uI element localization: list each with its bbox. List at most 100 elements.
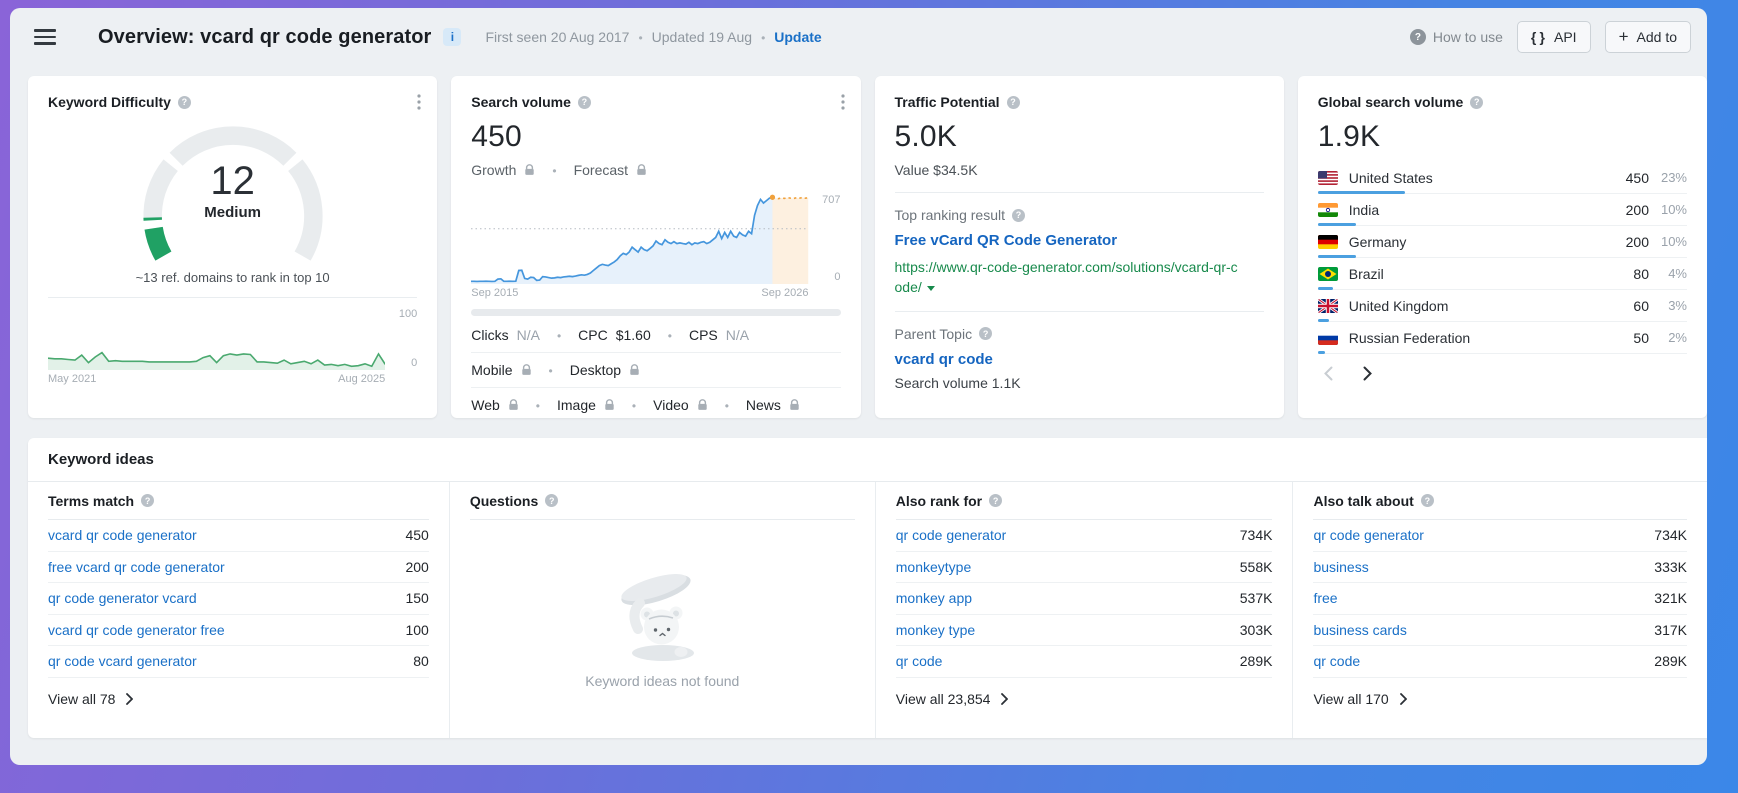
help-icon[interactable] — [578, 96, 591, 109]
separator-dot — [543, 162, 565, 178]
help-icon[interactable] — [1012, 209, 1025, 222]
keyword-link[interactable]: qr code generator — [1313, 527, 1424, 543]
top-result-link[interactable]: Free vCard QR Code Generator — [895, 232, 1264, 249]
kebab-menu-icon[interactable] — [415, 92, 423, 117]
keyword-row: qr code 289K — [1313, 646, 1687, 678]
country-volume: 200 — [1605, 234, 1649, 250]
keyword-volume: 289K — [1654, 653, 1687, 669]
column-header: Also rank for — [896, 493, 982, 509]
top-result-url[interactable]: https://www.qr-code-generator.com/soluti… — [895, 257, 1264, 312]
keyword-row: vcard qr code generator free 100 — [48, 615, 429, 647]
cps-label: CPS — [689, 327, 718, 343]
add-to-button[interactable]: + Add to — [1605, 21, 1691, 53]
country-share: 3% — [1649, 298, 1687, 313]
keyword-row: qr code generator 734K — [896, 520, 1273, 552]
topbar-actions: How to use { } API + Add to — [1410, 21, 1691, 53]
url-line1: https://www.qr-code-generator.com/soluti… — [895, 259, 1238, 275]
country-volume: 60 — [1605, 298, 1649, 314]
keyword-link[interactable]: qr code — [896, 653, 943, 669]
separator-dot — [527, 397, 549, 413]
view-all-link[interactable]: View all 78 — [48, 678, 429, 721]
help-icon[interactable] — [1421, 494, 1434, 507]
country-share: 10% — [1649, 234, 1687, 249]
chevron-right-icon — [126, 693, 133, 705]
view-all-link[interactable]: View all 23,854 — [896, 678, 1273, 721]
country-volume-list: United States 450 23% India 200 10% Germ… — [1318, 162, 1687, 354]
keyword-row: business cards 317K — [1313, 615, 1687, 647]
keyword-link[interactable]: vcard qr code generator — [48, 527, 197, 543]
country-name: Germany — [1349, 234, 1605, 250]
country-row: United Kingdom 60 3% — [1318, 290, 1687, 322]
keyword-volume: 150 — [405, 590, 428, 606]
desktop-label: Desktop — [570, 362, 621, 378]
y-axis-peak-label: 707 — [815, 194, 841, 206]
keyword-link[interactable]: qr code vcard generator — [48, 653, 197, 669]
keyword-link[interactable]: business cards — [1313, 622, 1406, 638]
flag-brazil-icon — [1318, 267, 1338, 281]
help-icon[interactable] — [989, 494, 1002, 507]
clicks-value: N/A — [517, 327, 540, 343]
keyword-volume: 321K — [1654, 590, 1687, 606]
help-icon[interactable] — [1470, 96, 1483, 109]
keyword-volume: 333K — [1654, 559, 1687, 575]
device-metrics-row: Mobile Desktop — [471, 352, 840, 387]
keyword-link[interactable]: monkeytype — [896, 559, 971, 575]
lock-icon — [521, 364, 532, 376]
help-icon[interactable] — [178, 96, 191, 109]
lock-icon — [629, 364, 640, 376]
info-icon[interactable]: i — [443, 28, 461, 46]
difficulty-level: Medium — [121, 204, 345, 221]
keyword-link[interactable]: free vcard qr code generator — [48, 559, 225, 575]
keyword-row: monkeytype 558K — [896, 552, 1273, 584]
card-title: Global search volume — [1318, 94, 1464, 110]
keyword-link[interactable]: monkey app — [896, 590, 972, 606]
keyword-volume: 558K — [1240, 559, 1273, 575]
metric-cards-row: Keyword Difficulty 12 Medium ~13 ref. do… — [10, 66, 1707, 418]
kebab-menu-icon[interactable] — [839, 92, 847, 117]
keyword-row: free vcard qr code generator 200 — [48, 552, 429, 584]
traffic-potential-card: Traffic Potential 5.0K Value $34.5K Top … — [875, 76, 1284, 418]
parent-topic-link[interactable]: vcard qr code — [895, 351, 1264, 368]
update-link[interactable]: Update — [774, 29, 821, 45]
keyword-ideas-panel: Keyword ideas Terms match vcard qr code … — [28, 438, 1707, 738]
help-icon[interactable] — [545, 494, 558, 507]
country-volume: 450 — [1605, 170, 1649, 186]
how-to-use-link[interactable]: How to use — [1410, 29, 1503, 45]
hamburger-menu-icon[interactable] — [34, 29, 56, 44]
help-icon[interactable] — [141, 494, 154, 507]
keyword-link[interactable]: qr code generator vcard — [48, 590, 197, 606]
keyword-link[interactable]: vcard qr code generator free — [48, 622, 225, 638]
country-volume: 200 — [1605, 202, 1649, 218]
country-row: India 200 10% — [1318, 194, 1687, 226]
country-share-bar — [1318, 351, 1326, 354]
keyword-ideas-title: Keyword ideas — [28, 438, 1707, 482]
next-page-icon[interactable] — [1363, 366, 1372, 381]
parent-topic-label: Parent Topic — [895, 326, 973, 342]
video-label: Video — [653, 397, 689, 413]
keyword-row: monkey app 537K — [896, 583, 1273, 615]
keyword-link[interactable]: free — [1313, 590, 1337, 606]
keyword-link[interactable]: qr code generator — [896, 527, 1007, 543]
card-title: Keyword Difficulty — [48, 94, 171, 110]
view-all-link[interactable]: View all 170 — [1313, 678, 1687, 721]
lock-icon — [524, 164, 535, 176]
help-icon[interactable] — [1007, 96, 1020, 109]
x-axis-end-label: Sep 2026 — [761, 287, 808, 299]
plus-icon: + — [1619, 28, 1629, 45]
cpc-label: CPC — [578, 327, 608, 343]
country-volume: 50 — [1605, 330, 1649, 346]
keyword-link[interactable]: monkey type — [896, 622, 975, 638]
search-volume-card: Search volume 450 Growth Forecast — [451, 76, 860, 418]
separator-dot — [659, 327, 681, 343]
chevron-down-icon[interactable] — [927, 286, 935, 291]
column-header: Terms match — [48, 493, 134, 509]
country-share: 10% — [1649, 202, 1687, 217]
keyword-link[interactable]: business — [1313, 559, 1368, 575]
empty-state-illustration — [599, 563, 725, 667]
help-icon[interactable] — [979, 327, 992, 340]
lock-icon — [697, 399, 708, 411]
keyword-link[interactable]: qr code — [1313, 653, 1360, 669]
api-button[interactable]: { } API — [1517, 21, 1591, 53]
country-row: United States 450 23% — [1318, 162, 1687, 194]
global-volume-value: 1.9K — [1318, 120, 1687, 154]
